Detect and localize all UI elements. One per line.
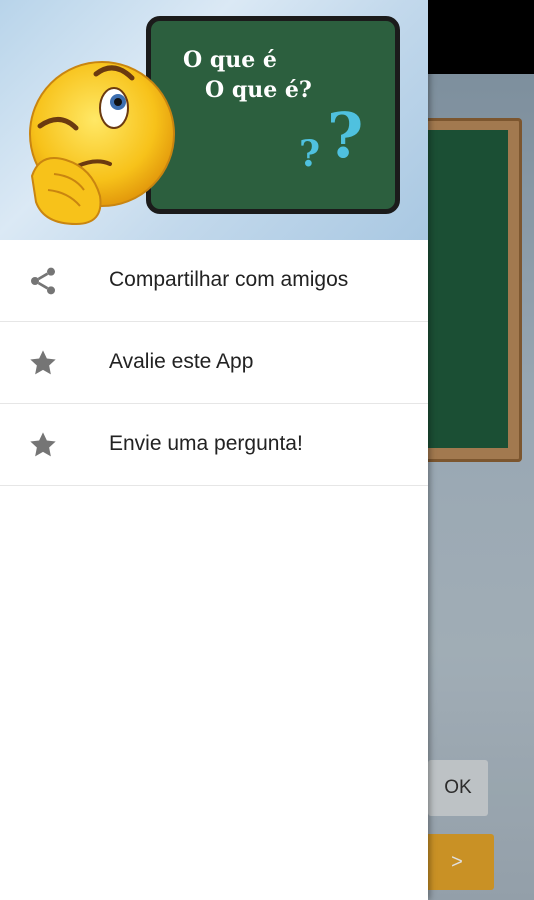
star-icon [26,428,60,462]
menu-item-rate-app[interactable]: Avalie este App [0,322,428,404]
menu-item-label: Compartilhar com amigos [109,268,349,291]
header-title-line1: O que é [183,47,277,73]
menu-item-label: Envie uma pergunta! [109,432,303,455]
navigation-drawer: O que é O que é? ? ? Compartilhar com am… [0,0,428,900]
thinking-emoji-icon [29,61,175,226]
header-title: O que é O que é? [183,45,383,105]
question-mark-large: ? [327,99,364,172]
star-icon [26,346,60,380]
menu-item-share[interactable]: Compartilhar com amigos [0,240,428,322]
menu-item-send-question[interactable]: Envie uma pergunta! [0,404,428,486]
drawer-header-image: O que é O que é? ? ? [0,0,428,240]
share-icon [26,264,60,298]
menu-item-label: Avalie este App [109,350,254,373]
question-mark-small: ? [299,133,321,175]
drawer-menu: Compartilhar com amigos Avalie este App … [0,240,428,486]
